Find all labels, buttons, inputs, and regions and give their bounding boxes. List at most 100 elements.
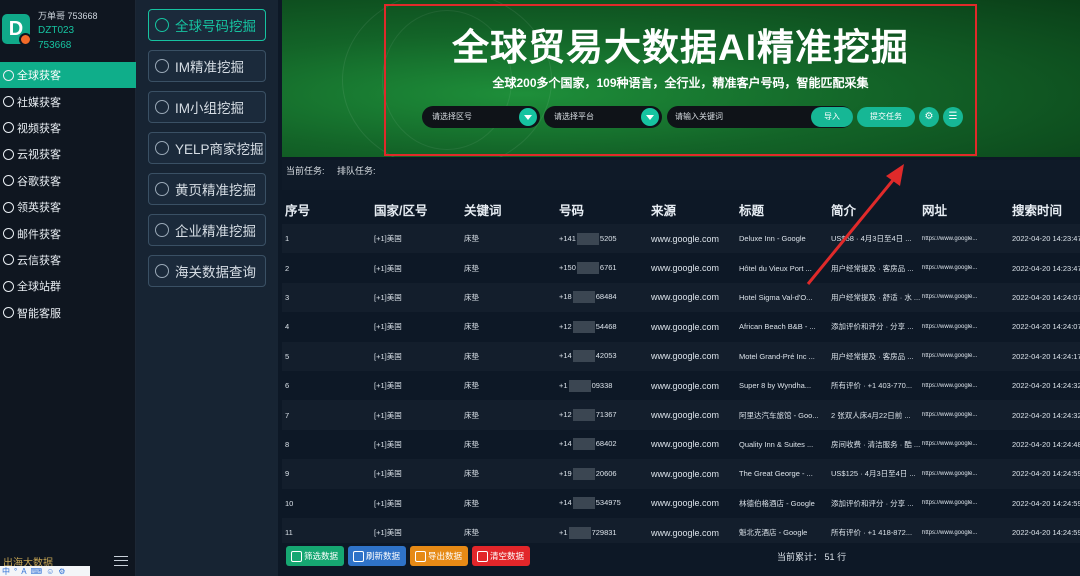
redaction-mask (568, 379, 591, 392)
settings-icon[interactable]: ⚙ (58, 567, 65, 576)
filter-data-button[interactable]: 筛选数据 (286, 546, 344, 566)
cell-country: [+1]美国 (374, 263, 402, 273)
cell-phone: +14 68402 (555, 438, 647, 451)
cell-source: www.google.com (651, 439, 720, 450)
im-icon (155, 59, 169, 73)
yellow-pages-icon (155, 182, 169, 196)
cell-url[interactable]: https://www.google... (920, 441, 1010, 447)
globe-icon (3, 69, 14, 81)
menu-label: IM精准挖掘 (175, 60, 244, 75)
cell-phone: +12 54468 (555, 320, 647, 333)
nav-item-global[interactable]: 全球获客 (0, 62, 136, 89)
refresh-data-button[interactable]: 刷新数据 (348, 546, 406, 566)
user-name: 万单哥 753668 (38, 11, 98, 21)
table-row[interactable]: 5 [+1]美国 床垫 +14 42053 www.google.com Motel Gra… (282, 341, 1080, 371)
table-row[interactable]: 3 [+1]美国 床垫 +18 68484 www.google.com Hotel Sig… (282, 282, 1080, 313)
nav-item-label: 全球站群 (17, 281, 61, 294)
cell-source: www.google.com (651, 380, 720, 391)
col-header[interactable]: 搜索时间 (1010, 196, 1080, 223)
nav-item-social[interactable]: 社媒获客 (0, 88, 136, 114)
col-header[interactable]: 号码 (555, 196, 647, 223)
nav-item-video[interactable]: 视频获客 (0, 115, 136, 141)
cell-url[interactable]: https://www.google... (920, 500, 1010, 506)
menu-im-group[interactable]: IM小组挖掘 (148, 91, 266, 123)
phone-prefix: +1 (559, 527, 568, 537)
cell-url[interactable]: https://www.google... (920, 353, 1010, 359)
cell-index: 2 (285, 263, 290, 273)
cell-url[interactable]: https://www.google... (920, 471, 1010, 477)
cell-phone: +1 09338 (555, 379, 647, 392)
table-row[interactable]: 10 [+1]美国 床垫 +14 534975 www.google.com 林德伯格酒店 … (282, 488, 1080, 518)
phone-prefix: +14 (559, 351, 572, 361)
cell-url[interactable]: https://www.google... (920, 236, 1010, 242)
cell-summary: 所有评价 · +1 403-770... (831, 381, 913, 391)
cell-summary: 添加评价和评分 · 分享 ... (831, 322, 914, 332)
cell-country: [+1]美国 (374, 292, 402, 302)
ime-toolbar: 中 ° A ⌨ ☺ ⚙ (0, 566, 90, 576)
ime-mode[interactable]: A (21, 567, 26, 576)
table-row[interactable]: 1 [+1]美国 床垫 +141 5205 www.google.com Deluxe In… (282, 224, 1080, 254)
menu-label: 企业精准挖掘 (175, 224, 256, 239)
ime-lang[interactable]: 中 (2, 566, 10, 576)
table-row[interactable]: 7 [+1]美国 床垫 +12 71367 www.google.com 阿里达汽车旅馆 -… (282, 400, 1080, 430)
task-status-bar: 当前任务: 排队任务: (282, 160, 1080, 190)
cell-url[interactable]: https://www.google... (920, 324, 1010, 330)
nav-item-cloud-video[interactable]: 云视获客 (0, 141, 136, 167)
cell-keyword: 床垫 (464, 234, 479, 244)
row-count: 当前累计： 51 行 (777, 550, 846, 563)
col-header[interactable]: 网址 (920, 196, 1010, 223)
table-row[interactable]: 9 [+1]美国 床垫 +19 20606 www.google.com The Great… (282, 459, 1080, 489)
col-header[interactable]: 来源 (647, 196, 737, 223)
cell-title: Deluxe Inn - Google (739, 234, 806, 244)
menu-icon[interactable] (114, 556, 128, 566)
col-header[interactable]: 关键词 (464, 196, 555, 223)
menu-im-precise[interactable]: IM精准挖掘 (148, 50, 266, 82)
cell-url[interactable]: https://www.google... (920, 530, 1010, 536)
clear-data-button[interactable]: 清空数据 (472, 546, 530, 566)
menu-customs[interactable]: 海关数据查询 (148, 255, 266, 287)
cell-url[interactable]: https://www.google... (920, 412, 1010, 418)
cell-country: [+1]美国 (374, 469, 402, 479)
table-row[interactable]: 8 [+1]美国 床垫 +14 68402 www.google.com Quality I… (282, 429, 1080, 460)
ime-punct[interactable]: ° (14, 567, 17, 576)
nav-item-linkedin[interactable]: 领英获客 (0, 194, 136, 220)
nav-item-service[interactable]: 智能客服 (0, 300, 136, 326)
menu-enterprise[interactable]: 企业精准挖掘 (148, 214, 266, 246)
left-sidebar: D 万单哥 753668 DZT023 753668 全球获客 社媒获客 视频获… (0, 0, 136, 576)
nav-item-mail[interactable]: 邮件获客 (0, 220, 136, 246)
count-label: 当前累计： (777, 552, 823, 562)
cell-source: www.google.com (651, 527, 720, 538)
message-icon (3, 254, 14, 266)
nav-item-google[interactable]: 谷歌获客 (0, 168, 136, 194)
redaction-mask (572, 291, 595, 304)
nav-item-sites[interactable]: 全球站群 (0, 273, 136, 299)
menu-yelp[interactable]: YELP商家挖掘 (148, 132, 266, 164)
table-row[interactable]: 6 [+1]美国 床垫 +1 09338 www.google.com Super 8 by… (282, 370, 1080, 401)
table-row[interactable]: 4 [+1]美国 床垫 +12 54468 www.google.com African B… (282, 312, 1080, 342)
col-header[interactable]: 简介 (829, 196, 920, 223)
cell-keyword: 床垫 (464, 263, 479, 273)
cell-source: www.google.com (651, 263, 720, 274)
col-header[interactable]: 序号 (282, 196, 372, 223)
cell-country: [+1]美国 (374, 498, 402, 508)
keyboard-icon[interactable]: ⌨ (31, 567, 43, 576)
table-row[interactable]: 2 [+1]美国 床垫 +150 6761 www.google.com Hôtel du … (282, 253, 1080, 283)
menu-global-phone[interactable]: 全球号码挖掘 (148, 9, 266, 41)
redaction-mask (572, 320, 595, 333)
menu-label: 全球号码挖掘 (175, 19, 256, 34)
linkedin-icon (3, 201, 14, 213)
footer-bar: 筛选数据 刷新数据 导出数据 清空数据 当前累计： 51 行 (282, 543, 1080, 576)
menu-yellow-pages[interactable]: 黄页精准挖掘 (148, 173, 266, 205)
cell-url[interactable]: https://www.google... (920, 265, 1010, 271)
cell-index: 6 (285, 381, 290, 391)
phone-suffix: 729831 (591, 527, 617, 537)
cell-url[interactable]: https://www.google... (920, 383, 1010, 389)
col-header[interactable]: 标题 (737, 196, 829, 223)
col-header[interactable]: 国家/区号 (372, 196, 464, 223)
emoji-icon[interactable]: ☺ (46, 567, 54, 576)
cell-index: 5 (285, 351, 290, 361)
nav-item-message[interactable]: 云信获客 (0, 247, 136, 273)
export-data-button[interactable]: 导出数据 (410, 546, 468, 566)
cell-index: 8 (285, 439, 290, 449)
cell-url[interactable]: https://www.google... (920, 294, 1010, 300)
